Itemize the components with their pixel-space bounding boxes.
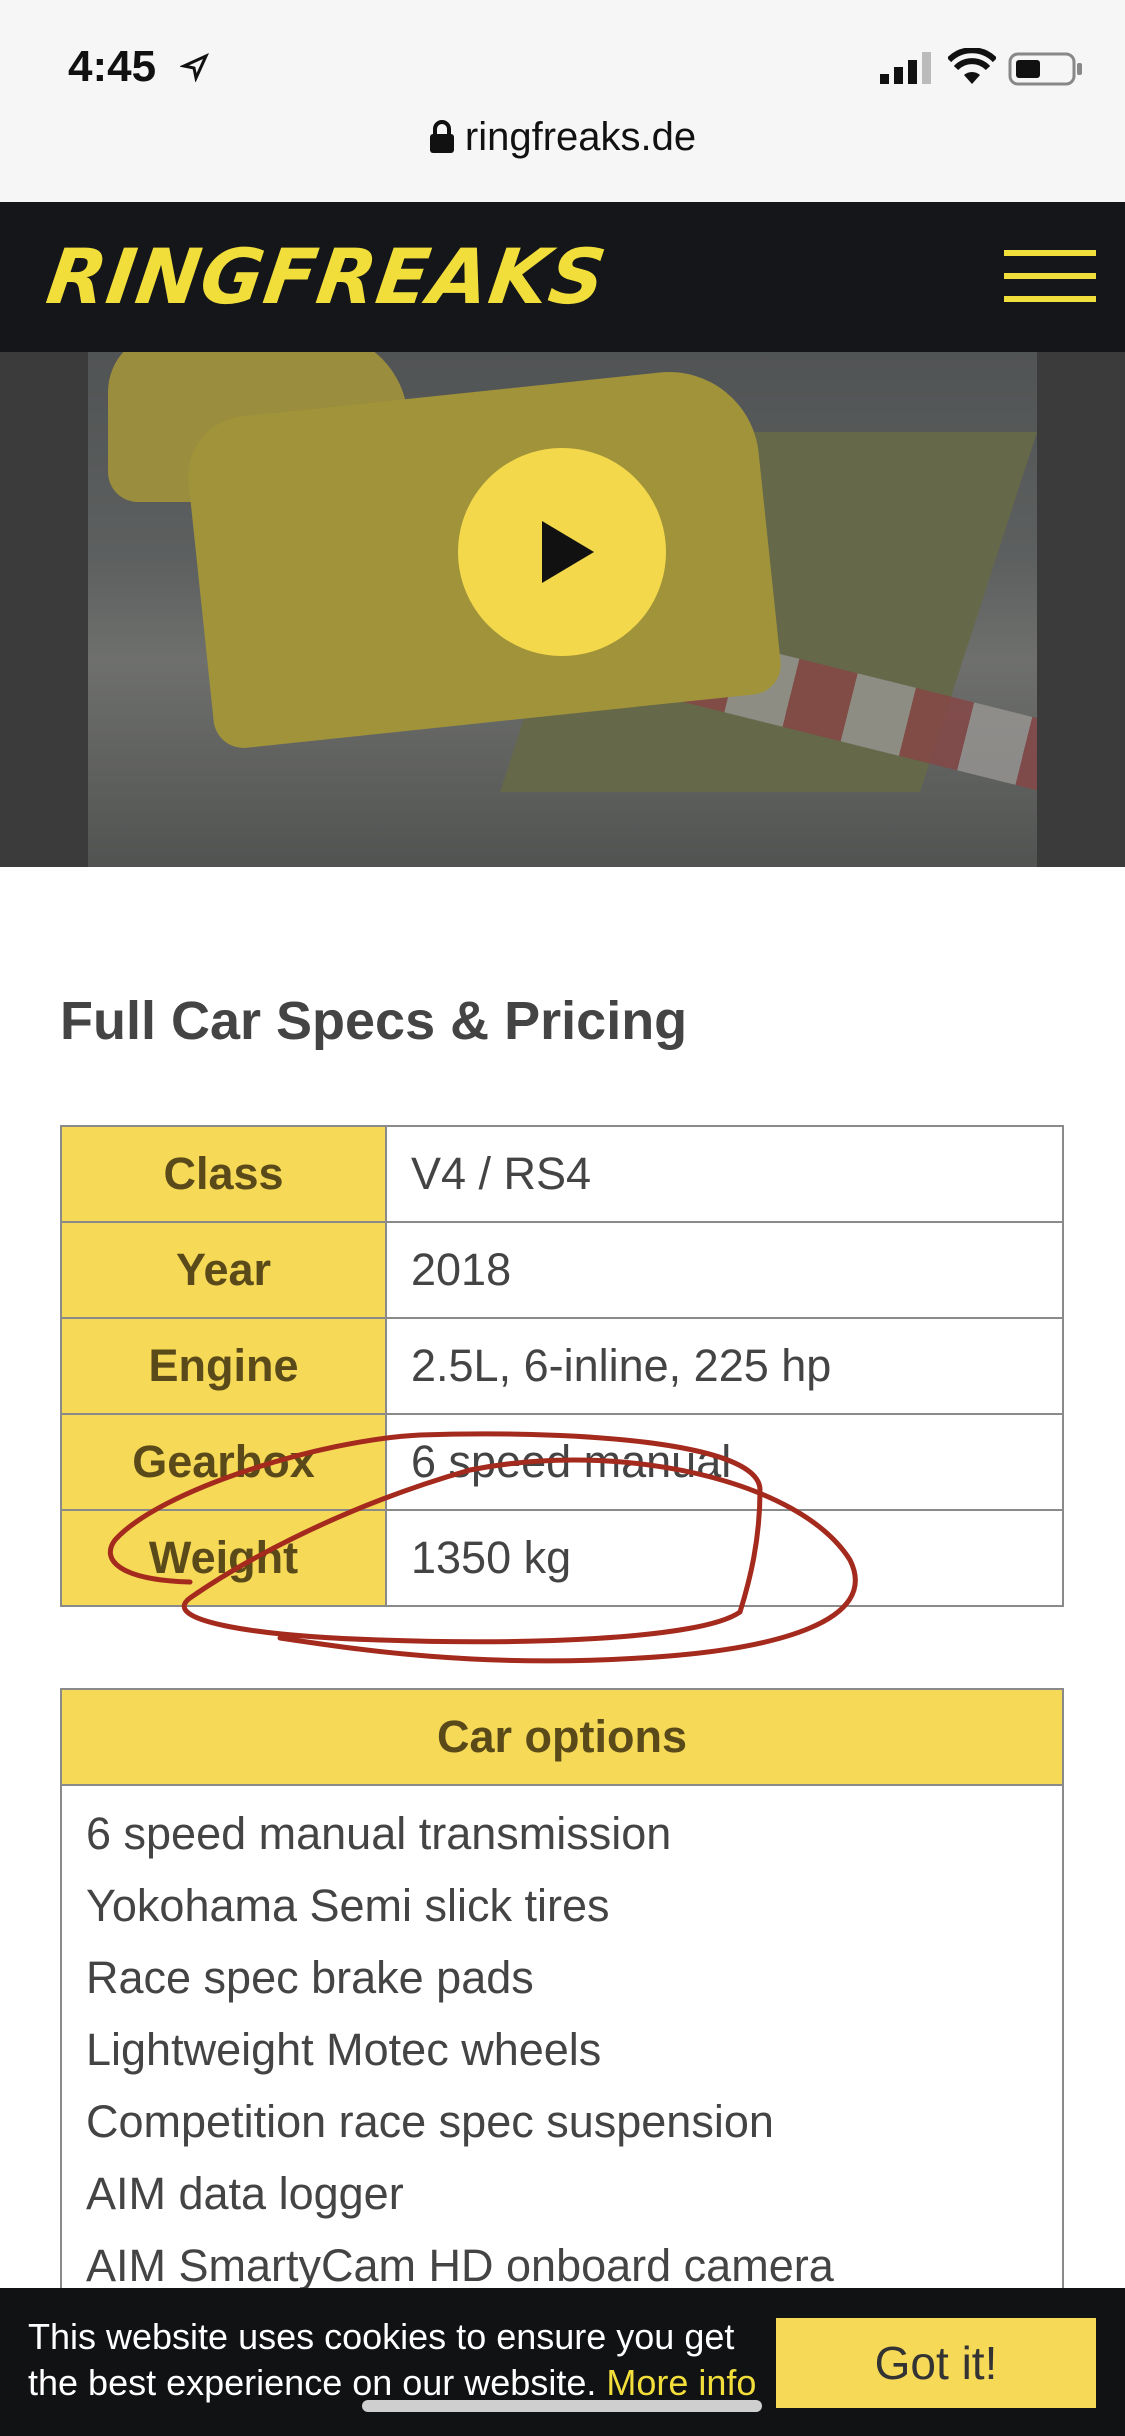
spec-key: Year <box>60 1221 387 1319</box>
cellular-signal-icon <box>880 52 931 84</box>
more-info-link[interactable]: More info <box>606 2362 756 2403</box>
list-item: 6 speed manual transmission <box>86 1808 672 1859</box>
specs-table: Class V4 / RS4 Year 2018 Engine 2.5L, 6-… <box>60 1125 1064 1607</box>
location-arrow-icon <box>180 52 210 82</box>
got-it-button[interactable]: Got it! <box>776 2318 1096 2408</box>
list-item: Race spec brake pads <box>86 1952 534 2003</box>
spec-value: 2018 <box>385 1221 1064 1319</box>
list-item: AIM SmartyCam HD onboard camera <box>86 2240 834 2291</box>
lock-icon <box>429 120 454 153</box>
site-header: RINGFREAKS <box>0 202 1125 352</box>
table-row: Gearbox 6 speed manual <box>60 1413 1064 1511</box>
status-time: 4:45 <box>68 42 157 91</box>
url-text: ringfreaks.de <box>464 115 697 159</box>
spec-key: Class <box>60 1125 387 1223</box>
wifi-icon <box>948 48 996 84</box>
specs-title: Full Car Specs & Pricing <box>60 991 688 1051</box>
cookie-banner: This website uses cookies to ensure you … <box>0 2288 1125 2436</box>
site-logo[interactable]: RINGFREAKS <box>42 232 612 321</box>
table-row: Weight 1350 kg <box>60 1509 1064 1607</box>
list-item: Competition race spec suspension <box>86 2096 774 2147</box>
address-bar[interactable]: ringfreaks.de <box>0 115 1125 160</box>
hamburger-menu-icon[interactable] <box>1004 250 1096 306</box>
spec-key: Engine <box>60 1317 387 1415</box>
list-item: Yokohama Semi slick tires <box>86 1880 610 1931</box>
spec-value: V4 / RS4 <box>385 1125 1064 1223</box>
cookie-message: This website uses cookies to ensure you … <box>28 2314 768 2406</box>
list-item: Lightweight Motec wheels <box>86 2024 602 2075</box>
spec-value: 2.5L, 6-inline, 225 hp <box>385 1317 1064 1415</box>
table-row: Engine 2.5L, 6-inline, 225 hp <box>60 1317 1064 1415</box>
play-button[interactable] <box>458 448 666 656</box>
battery-icon <box>1008 52 1082 86</box>
table-row: Year 2018 <box>60 1221 1064 1319</box>
spec-value: 6 speed manual <box>385 1413 1064 1511</box>
spec-value: 1350 kg <box>385 1509 1064 1607</box>
list-item: AIM data logger <box>86 2168 404 2219</box>
spec-key: Weight <box>60 1509 387 1607</box>
play-icon <box>542 521 594 583</box>
car-options-title: Car options <box>62 1690 1062 1786</box>
table-row: Class V4 / RS4 <box>60 1125 1064 1223</box>
car-options-box: Car options 6 speed manual transmission … <box>60 1688 1064 2292</box>
spec-key: Gearbox <box>60 1413 387 1511</box>
browser-status-bar: 4:45 ringfreaks.de <box>0 0 1125 202</box>
home-indicator[interactable] <box>362 2400 762 2412</box>
